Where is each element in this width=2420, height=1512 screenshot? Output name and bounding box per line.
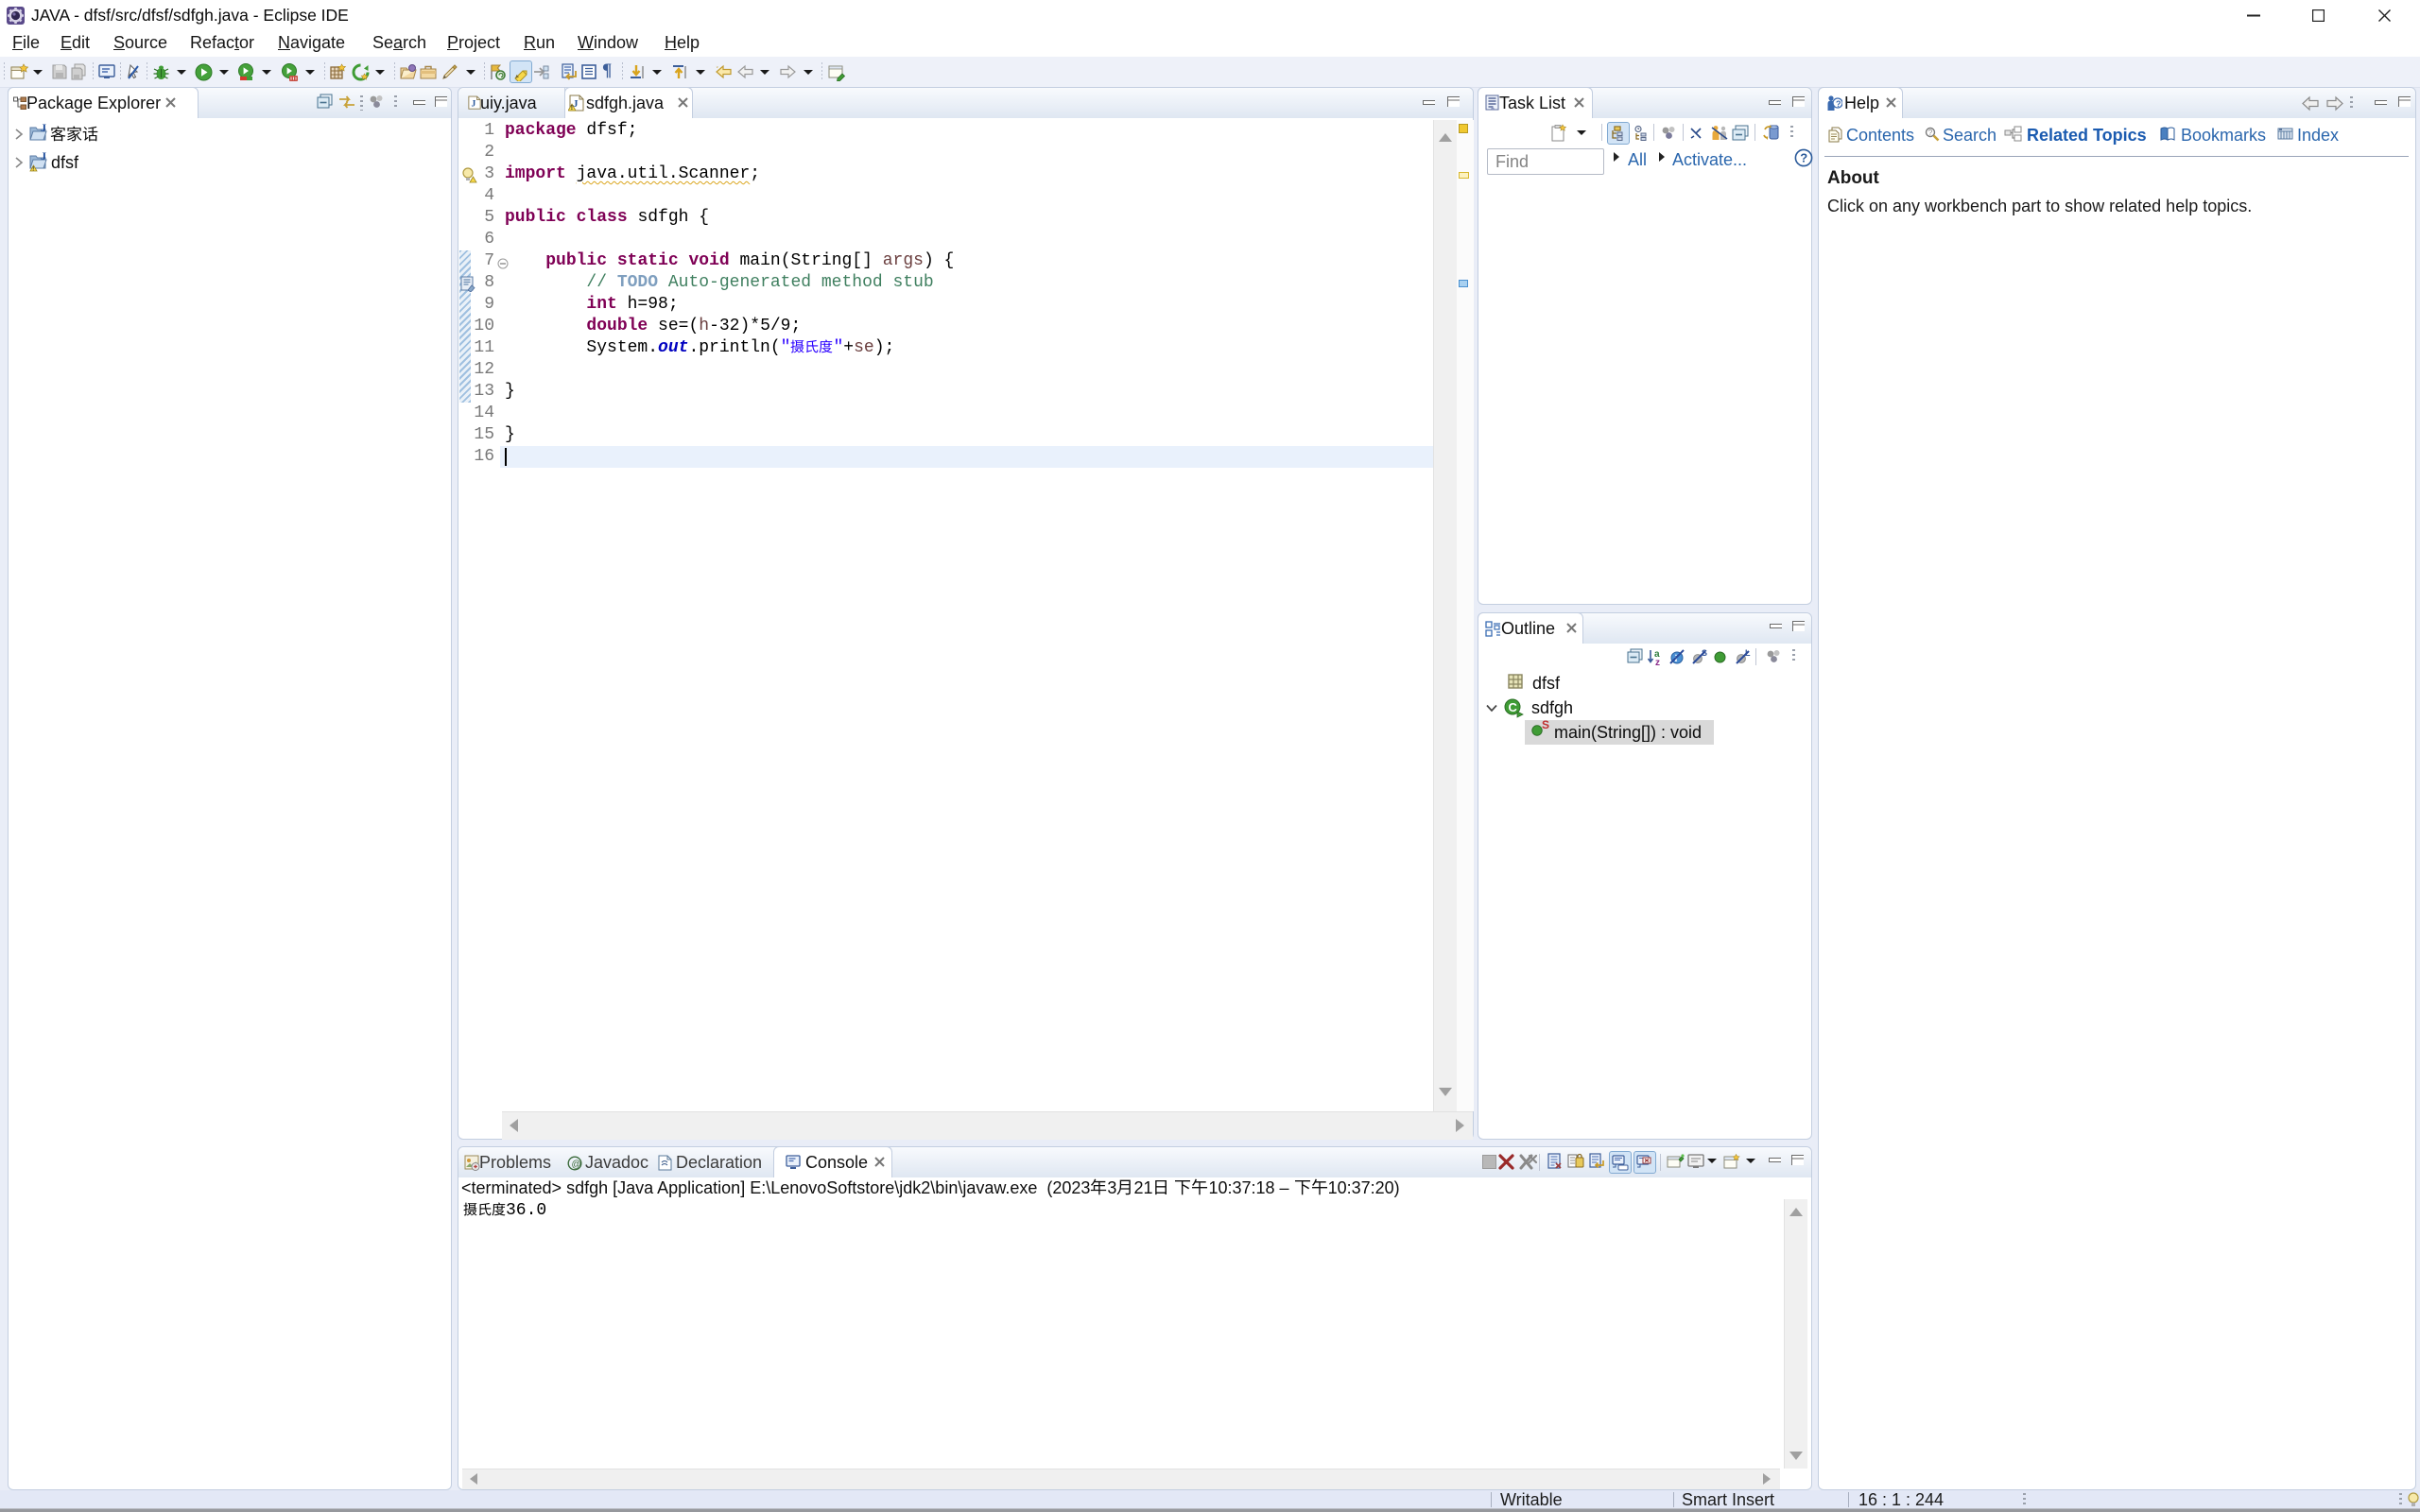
svg-text:J: J [41, 123, 46, 134]
svg-text:@: @ [572, 1160, 581, 1170]
svg-text:C: C [1509, 700, 1518, 714]
svg-text:?: ? [1928, 129, 1933, 137]
svg-text:!: ! [571, 105, 573, 112]
svg-text:J: J [472, 99, 476, 110]
svg-text:!: ! [32, 167, 34, 173]
svg-text:?: ? [1836, 99, 1841, 109]
svg-text:?: ? [1800, 151, 1807, 165]
svg-text:z: z [1655, 658, 1660, 666]
svg-text:J: J [41, 151, 46, 163]
